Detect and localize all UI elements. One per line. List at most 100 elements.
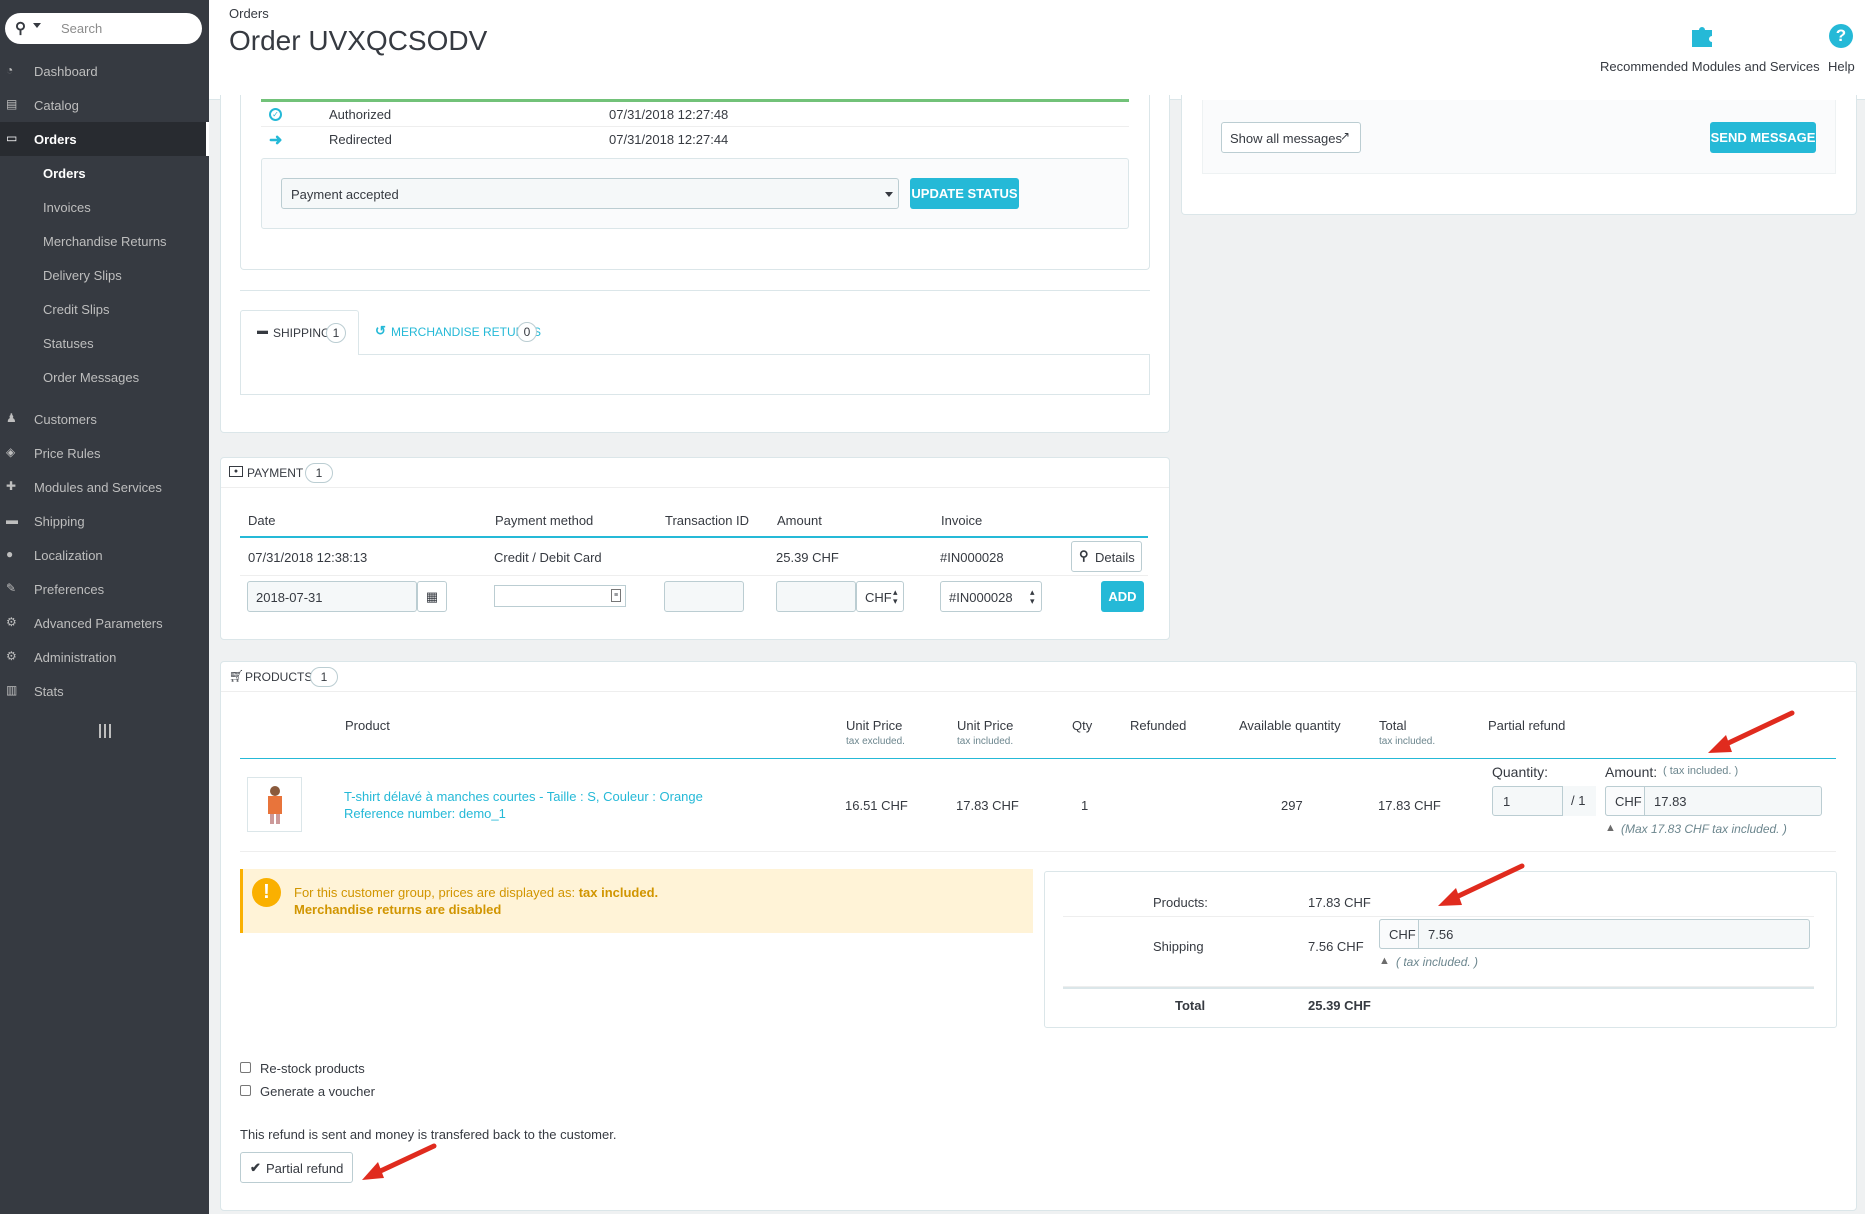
- unit-price-incl: 17.83 CHF: [956, 798, 1019, 813]
- sidebar-item-dashboard[interactable]: ◔ Dashboard: [0, 54, 209, 88]
- payment-invoice: #IN000028: [940, 550, 1004, 565]
- summary-total-label: Total: [1175, 998, 1206, 1013]
- summary-total-value: 25.39 CHF: [1308, 998, 1371, 1013]
- refund-amount-note: ( tax included. ): [1663, 765, 1739, 777]
- payment-count-badge: 1: [305, 463, 333, 483]
- alert-text: For this customer group, prices are disp…: [294, 885, 658, 900]
- sidebar-subitem-statuses[interactable]: Statuses: [43, 336, 94, 351]
- annotation-arrow-icon: [362, 1143, 437, 1180]
- status-select[interactable]: Payment accepted: [281, 178, 899, 209]
- truck-icon: ▬: [6, 513, 18, 527]
- search-icon[interactable]: ⚲: [15, 19, 26, 37]
- help-icon[interactable]: ?: [1829, 24, 1853, 48]
- sidebar-item-customers[interactable]: ♟ Customers: [0, 402, 209, 436]
- tab-shipping-label: SHIPPING: [273, 326, 331, 340]
- sidebar-item-catalog[interactable]: ▤ Catalog: [0, 88, 209, 122]
- sidebar-item-modules[interactable]: ✚ Modules and Services: [0, 470, 209, 504]
- refund-amount-value: 17.83: [1654, 794, 1687, 809]
- refund-amount-input[interactable]: CHF 17.83: [1605, 786, 1822, 816]
- send-message-button[interactable]: SEND MESSAGE: [1710, 122, 1816, 153]
- shipping-refund-input[interactable]: CHF 7.56: [1379, 919, 1810, 949]
- sidebar-subitem-order-messages[interactable]: Order Messages: [43, 370, 139, 385]
- sidebar-item-label: Modules and Services: [34, 480, 162, 495]
- currency-label: CHF: [1615, 794, 1642, 809]
- sidebar-item-shipping[interactable]: ▬ Shipping: [0, 504, 209, 538]
- sidebar-subitem-orders[interactable]: Orders: [43, 166, 86, 181]
- sidebar-item-advanced-parameters[interactable]: ⚙ Advanced Parameters: [0, 606, 209, 640]
- status-name: Redirected: [329, 132, 392, 147]
- partial-refund-label: Partial refund: [266, 1161, 344, 1176]
- column-header: Partial refund: [1488, 718, 1566, 733]
- collapse-sidebar-icon[interactable]: [99, 724, 111, 738]
- chevron-down-icon[interactable]: [33, 23, 41, 28]
- refund-quantity-value: 1: [1503, 794, 1511, 809]
- search-icon: ⚲: [1079, 548, 1089, 563]
- amount-input[interactable]: [776, 581, 856, 612]
- details-button[interactable]: ⚲ Details: [1071, 541, 1142, 572]
- product-thumbnail[interactable]: [247, 777, 302, 832]
- invoice-value: #IN000028: [949, 590, 1013, 605]
- breadcrumb[interactable]: Orders: [229, 6, 269, 21]
- payment-date-value: 2018-07-31: [256, 590, 323, 605]
- product-qty: 1: [1081, 798, 1089, 813]
- available-quantity: 297: [1281, 798, 1303, 813]
- voucher-checkbox[interactable]: [240, 1085, 251, 1096]
- restock-label: Re-stock products: [260, 1061, 365, 1076]
- column-subheader: tax excluded.: [846, 736, 905, 747]
- restock-checkbox[interactable]: [240, 1062, 251, 1073]
- currency-value: CHF: [865, 590, 892, 605]
- invoice-select[interactable]: #IN000028 ▴ ▾: [940, 581, 1042, 612]
- show-all-messages-button[interactable]: Show all messages ↗: [1221, 122, 1361, 153]
- products-title: PRODUCTS: [245, 670, 313, 684]
- partial-refund-button[interactable]: ✔ Partial refund: [240, 1152, 353, 1183]
- payment-date-input[interactable]: 2018-07-31: [247, 581, 417, 612]
- globe-icon: ●: [6, 547, 14, 561]
- refund-quantity-max-label: / 1: [1571, 793, 1586, 808]
- add-payment-button[interactable]: ADD: [1101, 581, 1144, 612]
- update-status-button[interactable]: UPDATE STATUS: [910, 178, 1019, 209]
- money-icon: ●: [229, 466, 243, 477]
- payment-title: PAYMENT: [247, 466, 304, 480]
- sidebar-item-orders[interactable]: ▭ Orders: [0, 122, 209, 156]
- summary-shipping-value: 7.56 CHF: [1308, 939, 1364, 954]
- shipping-refund-value: 7.56: [1428, 927, 1454, 942]
- summary-row-shipping: Shipping 7.56 CHF CHF 7.56 ▲ ( tax inclu…: [1063, 917, 1814, 987]
- transaction-id-input[interactable]: [664, 581, 744, 612]
- tab-shipping[interactable]: ▬ SHIPPING 1: [240, 310, 359, 355]
- search-box[interactable]: ⚲ Search: [5, 13, 202, 44]
- voucher-label: Generate a voucher: [260, 1084, 375, 1099]
- column-header: Available quantity: [1239, 718, 1341, 733]
- exclamation-icon: !: [252, 878, 281, 907]
- help-button[interactable]: Help: [1828, 59, 1855, 74]
- refund-quantity-input[interactable]: 1 / 1: [1492, 786, 1596, 816]
- sidebar-item-preferences[interactable]: ✎ Preferences: [0, 572, 209, 606]
- sidebar-item-administration[interactable]: ⚙ Administration: [0, 640, 209, 674]
- sidebar-subitem-invoices[interactable]: Invoices: [43, 200, 91, 215]
- warning-alert: ! For this customer group, prices are di…: [240, 869, 1033, 933]
- payment-method: Credit / Debit Card: [494, 550, 602, 565]
- currency-select[interactable]: CHF ▴ ▾: [856, 581, 904, 612]
- products-count-badge: 1: [310, 667, 338, 687]
- cogs-icon: ⚙: [6, 615, 17, 629]
- sidebar-subitem-merchandise-returns[interactable]: Merchandise Returns: [43, 234, 167, 249]
- sidebar-item-localization[interactable]: ● Localization: [0, 538, 209, 572]
- sidebar-item-label: Orders: [34, 132, 77, 147]
- sidebar-item-price-rules[interactable]: ◈ Price Rules: [0, 436, 209, 470]
- summary-row-total: Total 25.39 CHF: [1063, 987, 1814, 1023]
- sidebar-subitem-delivery-slips[interactable]: Delivery Slips: [43, 268, 122, 283]
- tab-merchandise-returns[interactable]: ↺ MERCHANDISE RETURNS 0: [359, 310, 549, 355]
- payment-method-input[interactable]: ≡: [494, 585, 626, 607]
- calendar-icon[interactable]: ▦: [417, 581, 447, 612]
- sidebar-item-stats[interactable]: ▥ Stats: [0, 674, 209, 708]
- sidebar-subitem-credit-slips[interactable]: Credit Slips: [43, 302, 109, 317]
- payment-amount: 25.39 CHF: [776, 550, 839, 565]
- puzzle-icon: ✚: [6, 479, 17, 493]
- product-name-link[interactable]: T-shirt délavé à manches courtes - Taill…: [344, 789, 703, 804]
- puzzle-icon[interactable]: [1688, 22, 1718, 48]
- currency-addon: CHF: [1379, 919, 1419, 949]
- sidebar-item-label: Customers: [34, 412, 97, 427]
- search-input[interactable]: Search: [61, 21, 102, 36]
- shopping-cart-icon: 🛒︎: [229, 669, 245, 683]
- recommended-modules-button[interactable]: Recommended Modules and Services: [1600, 59, 1820, 74]
- bar-chart-icon: ▥: [6, 683, 18, 697]
